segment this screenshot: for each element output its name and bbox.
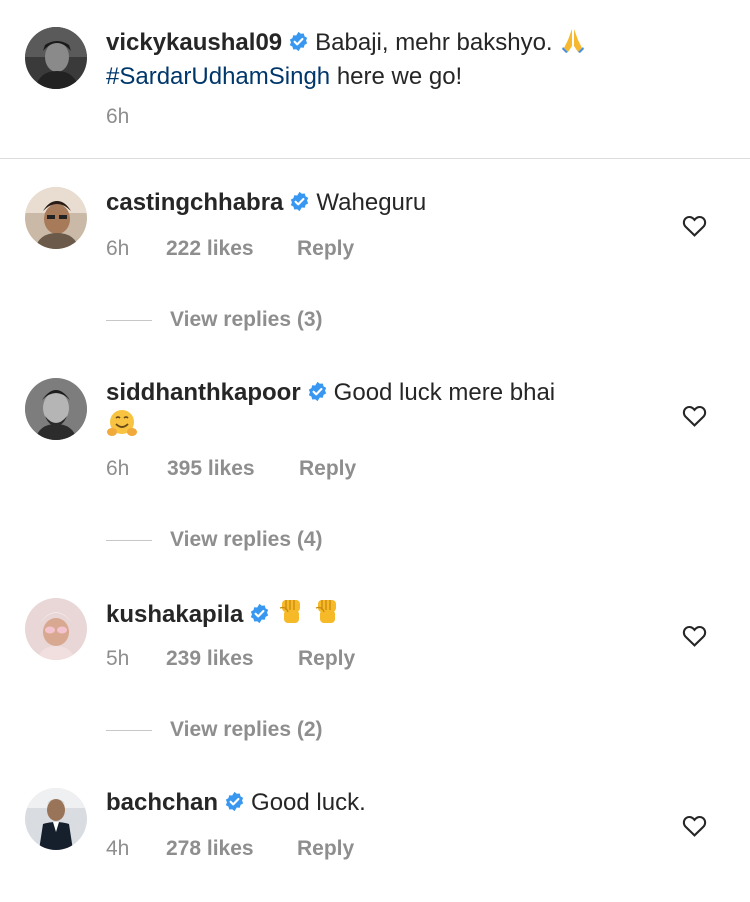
view-replies-label: View replies (2) xyxy=(170,718,323,741)
avatar-vickykaushal09[interactable] xyxy=(25,27,87,89)
comment-meta: 6h 395 likes Reply xyxy=(106,457,356,481)
reply-button[interactable]: Reply xyxy=(299,457,356,481)
avatar-bachchan[interactable] xyxy=(25,788,87,850)
comment-line: kushakapila xyxy=(106,596,342,636)
like-heart-icon[interactable] xyxy=(682,214,707,237)
view-replies-label: View replies (3) xyxy=(170,308,323,331)
comment-text: Good luck mere bhai xyxy=(333,379,556,406)
post-time: 6h xyxy=(106,105,130,128)
post-username[interactable]: vickykaushal09 xyxy=(106,29,282,56)
comment-username[interactable]: kushakapila xyxy=(106,601,243,628)
view-replies-label: View replies (4) xyxy=(170,528,323,551)
comment-time: 4h xyxy=(106,837,130,860)
likes-count[interactable]: 395 likes xyxy=(167,457,299,481)
comment-text: Good luck. xyxy=(251,789,366,816)
reply-button[interactable]: Reply xyxy=(298,647,355,671)
replies-line xyxy=(106,319,152,321)
folded-hands-emoji xyxy=(559,26,587,64)
like-heart-icon[interactable] xyxy=(682,814,707,837)
replies-line xyxy=(106,729,152,731)
avatar-kushakapila[interactable] xyxy=(25,598,87,660)
comment-username[interactable]: siddhanthkapoor xyxy=(106,379,301,406)
reply-button[interactable]: Reply xyxy=(297,837,354,861)
comment-time: 6h xyxy=(106,457,130,480)
replies-line xyxy=(106,539,152,541)
verified-badge-icon xyxy=(249,603,270,624)
view-replies-button[interactable]: View replies (4) xyxy=(106,528,323,552)
hugging-face-emoji xyxy=(106,408,138,450)
comment-emoji-line xyxy=(106,408,138,450)
comment-meta: 4h 278 likes Reply xyxy=(106,837,354,861)
comment-line: castingchhabra Waheguru xyxy=(106,186,426,220)
verified-badge-icon xyxy=(289,191,310,212)
likes-count[interactable]: 239 likes xyxy=(166,647,298,671)
comment-time: 5h xyxy=(106,647,130,670)
divider xyxy=(0,158,750,159)
comment-time: 6h xyxy=(106,237,130,260)
avatar-castingchhabra[interactable] xyxy=(25,187,87,249)
verified-badge-icon xyxy=(307,381,328,402)
raised-fist-emoji xyxy=(312,596,342,636)
raised-fist-emoji xyxy=(276,596,306,636)
comment-line: bachchan Good luck. xyxy=(106,786,366,820)
view-replies-button[interactable]: View replies (3) xyxy=(106,308,323,332)
likes-count[interactable]: 278 likes xyxy=(166,837,297,861)
like-heart-icon[interactable] xyxy=(682,404,707,427)
view-replies-button[interactable]: View replies (2) xyxy=(106,718,323,742)
hashtag-link[interactable]: #SardarUdhamSingh xyxy=(106,63,330,90)
verified-badge-icon xyxy=(224,791,245,812)
caption-line: vickykaushal09 Babaji, mehr bakshyo. xyxy=(106,26,587,64)
verified-badge-icon xyxy=(288,31,309,52)
comment-meta: 5h 239 likes Reply xyxy=(106,647,355,671)
comment-line: siddhanthkapoor Good luck mere bhai xyxy=(106,376,555,410)
reply-button[interactable]: Reply xyxy=(297,237,354,261)
comment-username[interactable]: bachchan xyxy=(106,789,218,816)
caption-text-2: here we go! xyxy=(336,63,463,90)
likes-count[interactable]: 222 likes xyxy=(166,237,297,261)
comment-username[interactable]: castingchhabra xyxy=(106,189,283,216)
like-heart-icon[interactable] xyxy=(682,624,707,647)
caption-text-1: Babaji, mehr bakshyo. xyxy=(315,29,553,56)
caption-line-2: #SardarUdhamSingh here we go! xyxy=(106,60,462,94)
comment-text: Waheguru xyxy=(316,189,427,216)
post-meta: 6h xyxy=(106,105,129,129)
comment-meta: 6h 222 likes Reply xyxy=(106,237,354,261)
avatar-siddhanthkapoor[interactable] xyxy=(25,378,87,440)
